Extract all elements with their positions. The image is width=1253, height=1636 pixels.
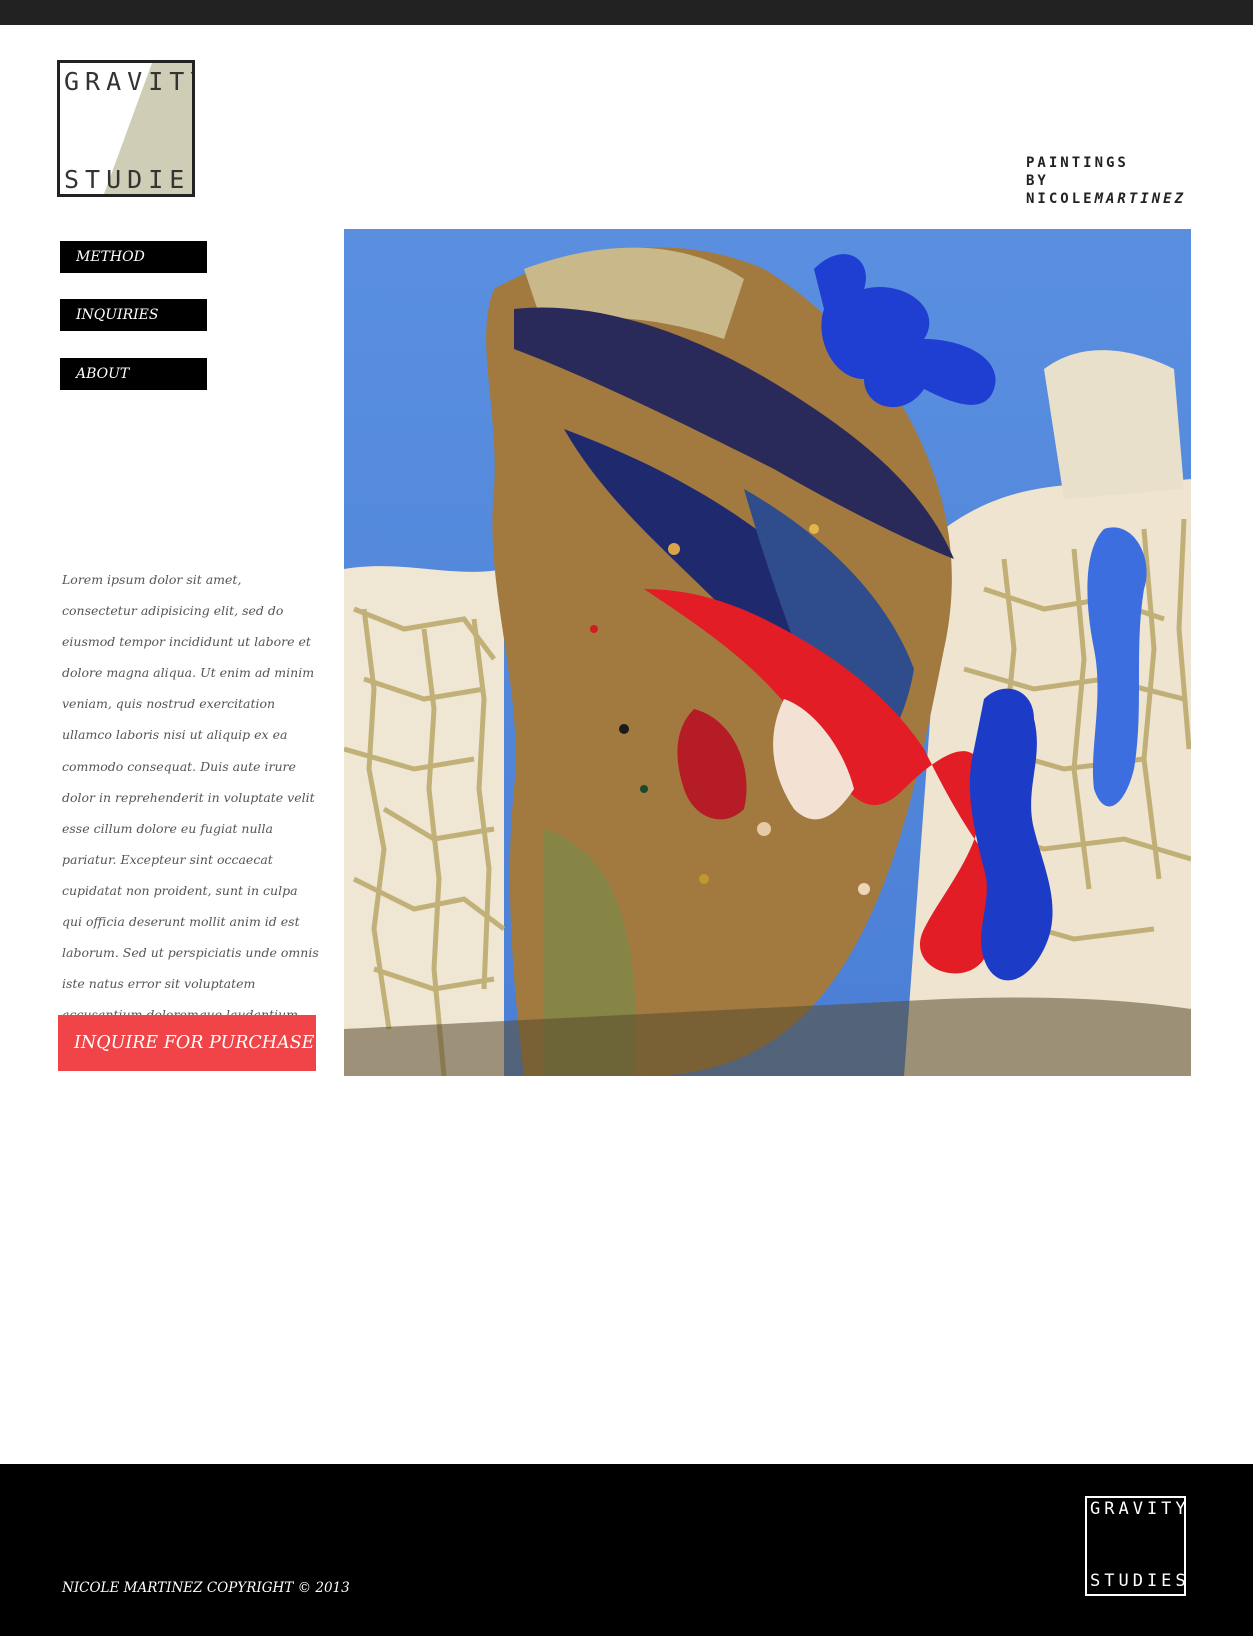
tagline-paintings: PAINTINGS — [1026, 155, 1129, 171]
footer-logo[interactable]: GRAVITY STUDIES — [1085, 1496, 1186, 1596]
copyright-text: NICOLE MARTINEZ COPYRIGHT © 2013 — [62, 1580, 350, 1596]
tagline-first-name: NICOLE — [1026, 191, 1095, 207]
tagline-artist-name: NICOLEMARTINEZ — [1026, 190, 1186, 208]
nav-inquiries-button[interactable]: INQUIRIES — [60, 299, 207, 331]
nav-method-button[interactable]: METHOD — [60, 241, 207, 273]
footer-logo-word-studies: STUDIES — [1090, 1571, 1190, 1591]
painting-description: Lorem ipsum dolor sit amet, consectetur … — [62, 572, 319, 1022]
inquire-for-purchase-button[interactable]: INQUIRE FOR PURCHASE — [58, 1015, 316, 1071]
footer — [0, 1464, 1253, 1636]
nav-about-button[interactable]: ABOUT — [60, 358, 207, 390]
logo-word-studies: STUDIES — [64, 165, 192, 194]
logo-word-gravity: GRAVITY — [64, 67, 192, 96]
gravity-studies-logo[interactable]: GRAVITY STUDIES — [57, 60, 195, 197]
tagline-last-name: MARTINEZ — [1094, 191, 1187, 207]
tagline-by: BY — [1026, 173, 1049, 189]
top-bar — [0, 0, 1253, 25]
footer-logo-word-gravity: GRAVITY — [1090, 1499, 1190, 1519]
abstract-painting-image — [344, 229, 1191, 1076]
artist-tagline: PAINTINGS BY NICOLEMARTINEZ — [1026, 154, 1186, 208]
